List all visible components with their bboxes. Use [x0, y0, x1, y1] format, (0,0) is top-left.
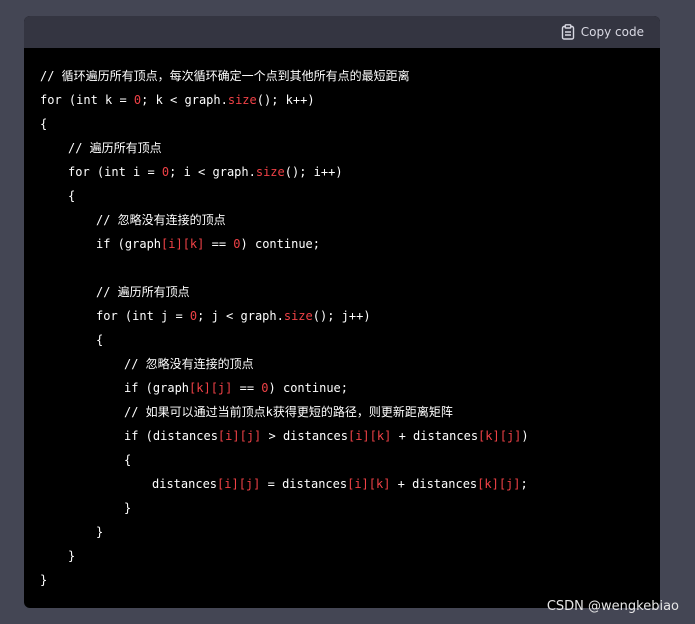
code-line: } — [40, 520, 644, 544]
code-highlight-token: [k][j] — [478, 429, 522, 443]
code-token: > distances — [261, 429, 348, 443]
code-token: } — [96, 525, 104, 539]
code-comment: // 遍历所有顶点 — [96, 285, 190, 299]
code-line: } — [40, 568, 644, 592]
code-line: for (int j = 0; j < graph.size(); j++) — [40, 304, 644, 328]
copy-code-label: Copy code — [580, 25, 644, 39]
code-token: ) continue; — [268, 381, 349, 395]
code-line: { — [40, 112, 644, 136]
code-highlight-token: [i][k] — [347, 429, 392, 443]
clipboard-icon — [561, 24, 575, 40]
copy-code-button[interactable]: Copy code — [561, 24, 644, 40]
code-token: if (graph — [124, 381, 190, 395]
code-highlight-token: [k][j] — [477, 477, 521, 491]
code-content: // 循环遍历所有顶点，每次循环确定一个点到其他所有点的最短距离 for (int… — [24, 48, 660, 592]
watermark: CSDN @wengkebiao — [546, 599, 679, 614]
code-token: == — [232, 381, 262, 395]
code-line: for (int i = 0; i < graph.size(); i++) — [40, 160, 644, 184]
code-line: if (graph[i][k] == 0) continue; — [40, 232, 644, 256]
code-token: + distances — [390, 477, 478, 491]
code-line: // 循环遍历所有顶点，每次循环确定一个点到其他所有点的最短距离 — [40, 64, 644, 88]
code-highlight-token: size — [283, 309, 313, 323]
code-token: { — [124, 453, 132, 467]
code-block: Copy code // 循环遍历所有顶点，每次循环确定一个点到其他所有点的最短… — [24, 16, 660, 608]
code-highlight-token: [i][j] — [217, 429, 262, 443]
code-token: (); k++) — [256, 93, 315, 107]
code-line: distances[i][j] = distances[i][k] + dist… — [40, 472, 644, 496]
code-token: if (distances — [124, 429, 218, 443]
code-token: if (graph — [96, 237, 162, 251]
code-token: ; — [520, 477, 528, 491]
code-highlight-token: [i][j] — [217, 477, 261, 491]
code-highlight-token: [i][k] — [161, 237, 205, 251]
code-token: ) — [521, 429, 529, 443]
code-highlight-token: size — [227, 93, 257, 107]
code-token: ; i < graph. — [169, 165, 256, 179]
code-line: } — [40, 496, 644, 520]
code-token: } — [124, 501, 132, 515]
code-highlight-token: size — [255, 165, 285, 179]
code-line: if (distances[i][j] > distances[i][k] + … — [40, 424, 644, 448]
code-line: // 忽略没有连接的顶点 — [40, 208, 644, 232]
code-token: } — [68, 549, 76, 563]
code-token: (); i++) — [284, 165, 343, 179]
code-line: // 如果可以通过当前顶点k获得更短的路径，则更新距离矩阵 — [40, 400, 644, 424]
code-highlight-token: 0 — [233, 237, 241, 251]
code-token: (); j++) — [312, 309, 371, 323]
code-block-header: Copy code — [24, 16, 660, 48]
code-line: { — [40, 328, 644, 352]
code-token: = distances — [260, 477, 348, 491]
code-token: { — [68, 189, 76, 203]
code-line: if (graph[k][j] == 0) continue; — [40, 376, 644, 400]
code-token: for (int i = — [68, 165, 162, 179]
code-line: { — [40, 448, 644, 472]
code-token: { — [40, 117, 48, 131]
code-token: for (int k = — [40, 93, 134, 107]
code-highlight-token: [k][j] — [189, 381, 233, 395]
code-token: } — [40, 573, 48, 587]
code-token: { — [96, 333, 104, 347]
code-comment: // 遍历所有顶点 — [68, 141, 162, 155]
code-line: // 忽略没有连接的顶点 — [40, 352, 644, 376]
code-highlight-token: 0 — [261, 381, 269, 395]
code-comment: // 忽略没有连接的顶点 — [124, 357, 254, 371]
code-token: + distances — [391, 429, 479, 443]
code-token: ) continue; — [240, 237, 321, 251]
code-comment: // 如果可以通过当前顶点k获得更短的路径，则更新距离矩阵 — [124, 405, 453, 419]
code-highlight-token: [i][k] — [347, 477, 391, 491]
code-line: } — [40, 544, 644, 568]
code-token: for (int j = — [96, 309, 190, 323]
code-line: // 遍历所有顶点 — [40, 136, 644, 160]
code-comment: // 忽略没有连接的顶点 — [96, 213, 226, 227]
code-token: == — [204, 237, 234, 251]
code-token: ; j < graph. — [197, 309, 284, 323]
code-line: for (int k = 0; k < graph.size(); k++) — [40, 88, 644, 112]
code-comment: // 循环遍历所有顶点，每次循环确定一个点到其他所有点的最短距离 — [40, 69, 410, 83]
code-line: { — [40, 184, 644, 208]
code-line: // 遍历所有顶点 — [40, 280, 644, 304]
code-token: distances — [152, 477, 218, 491]
code-token: ; k < graph. — [141, 93, 228, 107]
